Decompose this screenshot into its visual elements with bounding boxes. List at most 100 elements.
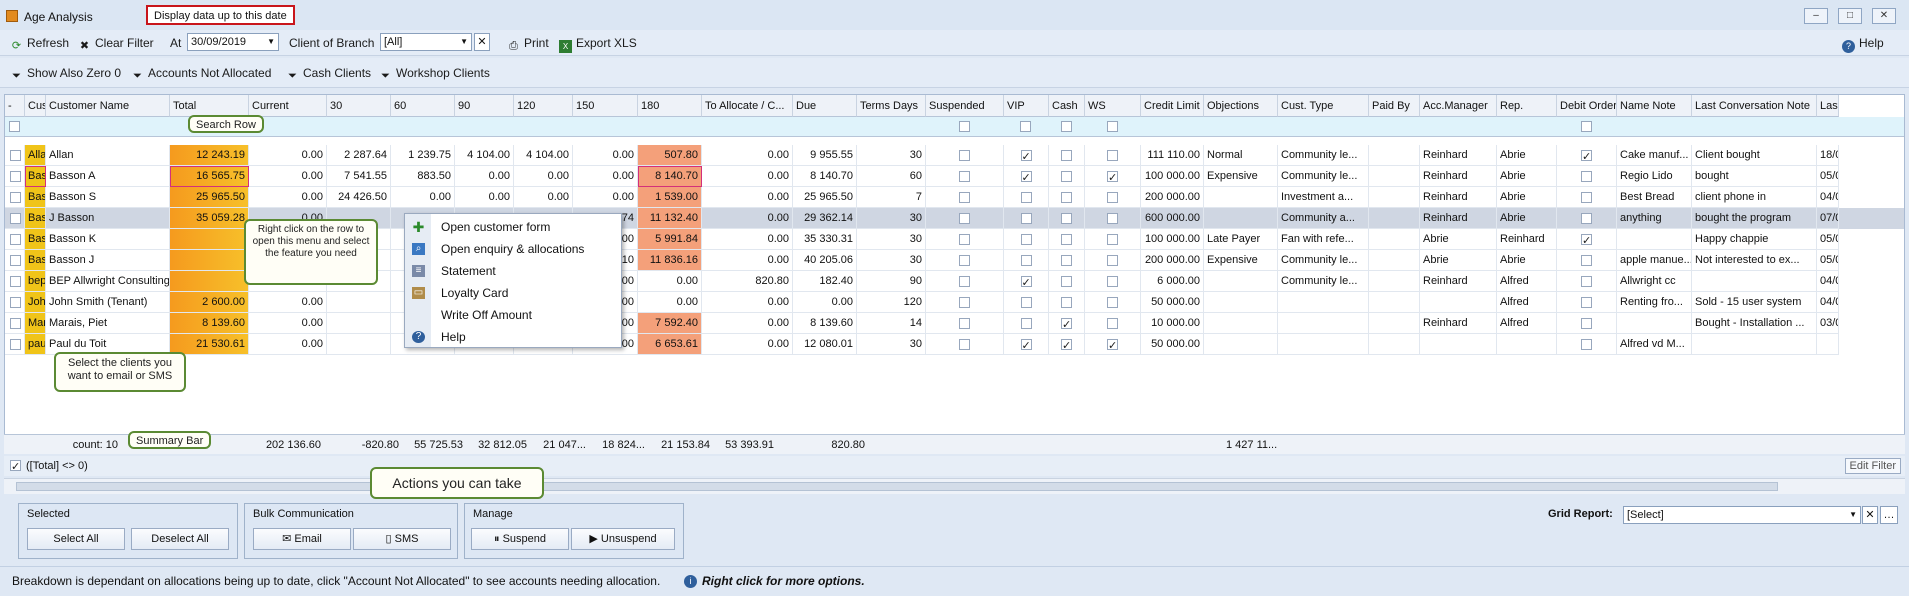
date-input[interactable]: 30/09/2019 ▼ — [187, 33, 279, 51]
ws-checkbox[interactable] — [1107, 336, 1118, 354]
close-button[interactable]: ✕ — [1872, 8, 1896, 24]
debit-checkbox[interactable] — [1581, 147, 1592, 165]
table-row[interactable]: JohnSmithJohn Smith (Tenant)2 600.000.00… — [5, 292, 1904, 313]
cell-code[interactable]: Basso03 — [25, 208, 46, 229]
cell-rep[interactable]: Abrie — [1497, 187, 1557, 208]
cell-last[interactable] — [1817, 334, 1839, 355]
ws-checkbox[interactable] — [1107, 317, 1118, 329]
column-header[interactable]: Last Conversation Note — [1692, 95, 1817, 117]
cell-credit[interactable]: 50 000.00 — [1141, 334, 1204, 355]
maximize-button[interactable]: □ — [1838, 8, 1862, 24]
cell-credit[interactable]: 111 110.00 — [1141, 145, 1204, 166]
cell-credit[interactable]: 100 000.00 — [1141, 229, 1204, 250]
susp-checkbox[interactable] — [959, 170, 970, 182]
cell-ws[interactable] — [1085, 187, 1141, 208]
cell-ws[interactable] — [1085, 271, 1141, 292]
row-select-checkbox[interactable] — [5, 208, 25, 229]
cell-credit[interactable]: 50 000.00 — [1141, 292, 1204, 313]
cell-current[interactable]: 0.00 — [249, 166, 327, 187]
grid-report-select[interactable]: [Select] ▼ — [1623, 506, 1861, 524]
cell-ws[interactable] — [1085, 166, 1141, 187]
cell-name[interactable]: Basson A — [46, 166, 170, 187]
row-select-checkbox[interactable] — [5, 166, 25, 187]
ws-checkbox[interactable] — [1107, 233, 1118, 245]
cell-d60[interactable]: 883.50 — [391, 166, 455, 187]
cell-due[interactable]: 40 205.06 — [793, 250, 857, 271]
cell-alloc[interactable]: 0.00 — [702, 229, 793, 250]
cell-d120[interactable]: 0.00 — [514, 187, 573, 208]
cell-obj[interactable] — [1204, 292, 1278, 313]
cash-checkbox[interactable] — [1061, 254, 1072, 266]
ws-checkbox[interactable] — [1107, 212, 1118, 224]
ws-checkbox[interactable] — [1107, 191, 1118, 203]
cell-d90[interactable]: 0.00 — [455, 166, 514, 187]
cell-susp[interactable] — [926, 229, 1004, 250]
cell-conv[interactable] — [1692, 334, 1817, 355]
cell-vip[interactable] — [1004, 145, 1049, 166]
cell-ws[interactable] — [1085, 208, 1141, 229]
workshop-clients-filter[interactable]: ⏷ Workshop Clients — [379, 65, 490, 82]
cell-rep[interactable]: Alfred — [1497, 313, 1557, 334]
cell-alloc[interactable]: 0.00 — [702, 292, 793, 313]
cell-d180[interactable]: 0.00 — [638, 271, 702, 292]
cell-susp[interactable] — [926, 271, 1004, 292]
edit-filter-button[interactable]: Edit Filter — [1844, 458, 1901, 474]
cash-checkbox[interactable] — [1061, 191, 1072, 203]
debit-checkbox[interactable] — [1581, 338, 1592, 350]
cell-credit[interactable]: 6 000.00 — [1141, 271, 1204, 292]
cell-last[interactable]: 05/0 — [1817, 229, 1839, 250]
cell-code[interactable]: bepa01 — [25, 271, 46, 292]
row-select-checkbox[interactable] — [5, 334, 25, 355]
cell-debit[interactable] — [1557, 229, 1617, 250]
dropdown-icon[interactable]: ▼ — [460, 34, 468, 50]
cell-debit[interactable] — [1557, 187, 1617, 208]
cell-conv[interactable] — [1692, 271, 1817, 292]
cell-terms[interactable]: 7 — [857, 187, 926, 208]
column-header[interactable]: Custom... — [25, 95, 46, 117]
cell-name[interactable]: Basson J — [46, 250, 170, 271]
dropdown-icon[interactable]: ▼ — [1849, 507, 1857, 523]
cell-conv[interactable]: bought the program — [1692, 208, 1817, 229]
cell-namenote[interactable]: anything — [1617, 208, 1692, 229]
cash-checkbox[interactable] — [1061, 275, 1072, 287]
cell-debit[interactable] — [1557, 313, 1617, 334]
cell-obj[interactable]: Late Payer — [1204, 229, 1278, 250]
menu-open-enquiry[interactable]: ⌕ Open enquiry & allocations — [405, 238, 621, 260]
cell-total[interactable]: 8 139.60 — [170, 313, 249, 334]
cell-ws[interactable] — [1085, 334, 1141, 355]
filter-enabled-checkbox[interactable] — [10, 457, 21, 477]
clear-filter-button[interactable]: ✖ Clear Filter — [78, 35, 154, 52]
cell-code[interactable]: Basso02 — [25, 187, 46, 208]
vip-checkbox[interactable] — [1020, 296, 1032, 308]
cell-last[interactable]: 04/0 — [1817, 271, 1839, 292]
table-row[interactable]: Allan01Allan12 243.190.002 287.641 239.7… — [5, 145, 1904, 166]
cell-credit[interactable]: 100 000.00 — [1141, 166, 1204, 187]
debit-checkbox[interactable] — [1581, 191, 1592, 203]
cell-terms[interactable]: 120 — [857, 292, 926, 313]
cell-namenote[interactable]: Best Bread — [1617, 187, 1692, 208]
cell-due[interactable]: 12 080.01 — [793, 334, 857, 355]
cell-d180[interactable]: 11 836.16 — [638, 250, 702, 271]
cell-mgr[interactable]: Abrie — [1420, 250, 1497, 271]
cell-mgr[interactable]: Reinhard — [1420, 271, 1497, 292]
search-checkbox[interactable] — [1581, 121, 1592, 132]
cell-cash[interactable] — [1049, 229, 1085, 250]
cell-d60[interactable]: 1 239.75 — [391, 145, 455, 166]
susp-checkbox[interactable] — [959, 191, 970, 203]
cell-current[interactable]: 0.00 — [249, 334, 327, 355]
cell-type[interactable]: Community le... — [1278, 271, 1369, 292]
cell-ws[interactable] — [1085, 292, 1141, 313]
cell-susp[interactable] — [926, 334, 1004, 355]
cell-d120[interactable]: 0.00 — [514, 166, 573, 187]
ws-checkbox[interactable] — [1107, 168, 1118, 186]
sms-button[interactable]: ▯ SMS — [353, 528, 451, 550]
cell-obj[interactable] — [1204, 334, 1278, 355]
cell-susp[interactable] — [926, 187, 1004, 208]
cell-susp[interactable] — [926, 250, 1004, 271]
debit-checkbox[interactable] — [1581, 296, 1592, 308]
column-header[interactable]: 180 — [638, 95, 702, 117]
refresh-button[interactable]: ⟳ Refresh — [10, 35, 69, 52]
cell-susp[interactable] — [926, 313, 1004, 334]
cell-debit[interactable] — [1557, 271, 1617, 292]
cell-total[interactable]: 16 565.75 — [170, 166, 249, 187]
